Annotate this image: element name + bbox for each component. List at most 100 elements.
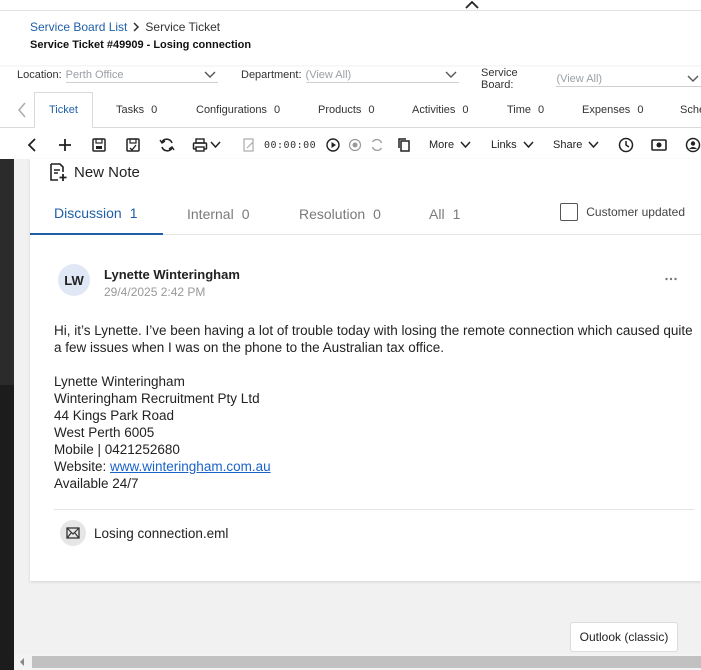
tab-configurations[interactable]: Configurations 0	[196, 92, 280, 128]
tab-count: 0	[151, 104, 158, 116]
tab-count: 1	[452, 205, 461, 222]
tabs-scroll-left-icon[interactable]	[17, 102, 27, 118]
ticket-tabs: Ticket Tasks 0 Configurations 0 Products 0 …	[0, 92, 701, 129]
signature-line: Lynette Winteringham	[54, 374, 185, 389]
tab-count: 1	[129, 204, 138, 221]
website-label: Website:	[54, 459, 111, 474]
back-button[interactable]	[24, 136, 40, 154]
printer-icon	[192, 138, 208, 152]
timer-reset-button[interactable]	[369, 136, 385, 154]
chevron-down-icon	[445, 71, 457, 78]
chevron-left-icon	[27, 138, 36, 152]
service-board-select[interactable]: (View All)	[556, 71, 701, 87]
collapse-up-icon[interactable]	[464, 0, 480, 10]
chevron-down-icon	[588, 141, 599, 149]
note-message: Hi, it’s Lynette. I’ve been having a lot…	[54, 323, 693, 355]
department-select[interactable]: (View All)	[305, 67, 459, 83]
history-button[interactable]	[618, 136, 634, 154]
refresh-icon	[159, 138, 175, 152]
signature-line: West Perth 6005	[54, 425, 155, 440]
attachment-item[interactable]: Losing connection.eml	[60, 520, 228, 546]
scrollbar-thumb[interactable]	[32, 656, 701, 668]
add-button[interactable]	[57, 136, 73, 154]
save-button[interactable]	[91, 136, 107, 154]
tab-label: Internal	[187, 205, 234, 222]
save-icon	[92, 138, 106, 152]
tab-count: 0	[637, 104, 644, 116]
tab-count: 0	[538, 104, 545, 116]
chevron-down-icon	[204, 71, 216, 78]
attachment-divider	[54, 509, 694, 510]
more-options-icon[interactable]	[664, 272, 678, 286]
page-title: Service Ticket #49909 - Losing connectio…	[30, 39, 252, 51]
record-icon	[348, 138, 362, 152]
save-close-icon	[126, 138, 140, 152]
finance-button[interactable]	[651, 136, 667, 154]
tab-label: Resolution	[299, 205, 366, 222]
breadcrumb: Service Board List Service Ticket	[30, 20, 220, 34]
new-note-icon	[50, 163, 67, 181]
tab-products[interactable]: Products 0	[318, 92, 375, 128]
edit-document-icon	[243, 138, 254, 152]
timer-start-button[interactable]	[325, 136, 341, 154]
customer-updated-label: Customer updated	[586, 205, 685, 219]
left-sidebar-edge	[0, 159, 14, 670]
tab-time[interactable]: Time 0	[507, 92, 544, 128]
tab-count: 0	[273, 104, 281, 116]
tab-label: Time	[507, 104, 532, 116]
print-button[interactable]	[192, 136, 221, 154]
reset-icon	[371, 138, 383, 152]
tab-discussion[interactable]: Discussion 1	[30, 192, 163, 235]
customer-updated-toggle: Customer updated	[560, 203, 685, 221]
timer-record-button[interactable]	[347, 136, 363, 154]
location-label: Location:	[17, 69, 62, 81]
chevron-down-icon	[687, 75, 699, 82]
signature-line: 44 Kings Park Road	[54, 408, 175, 423]
new-note-button[interactable]: New Note	[48, 162, 140, 182]
tab-tasks[interactable]: Tasks 0	[116, 92, 157, 128]
location-select[interactable]: Perth Office	[65, 67, 218, 83]
tab-label: Sche	[680, 104, 701, 116]
tab-resolution[interactable]: Resolution 0	[299, 192, 381, 235]
customer-updated-checkbox[interactable]	[560, 203, 579, 221]
save-and-close-button[interactable]	[125, 136, 141, 154]
chevron-right-icon	[133, 22, 140, 32]
department-label: Department:	[241, 69, 302, 81]
availability-line: Available 24/7	[54, 476, 139, 491]
copy-button[interactable]	[396, 136, 412, 154]
tab-label: Activities	[412, 104, 456, 116]
tab-internal[interactable]: Internal 0	[187, 192, 250, 235]
service-board-value: (View All)	[556, 72, 603, 85]
outlook-classic-button[interactable]: Outlook (classic)	[570, 622, 678, 652]
website-line: Website: www.winteringham.com.au	[54, 458, 694, 475]
refresh-button[interactable]	[159, 136, 175, 154]
scroll-left-icon[interactable]	[18, 657, 26, 667]
breadcrumb-current: Service Ticket	[145, 20, 221, 34]
tab-ticket[interactable]: Ticket	[34, 92, 93, 129]
breadcrumb-service-board-list[interactable]: Service Board List	[30, 20, 127, 34]
tab-activities[interactable]: Activities 0	[412, 92, 469, 128]
links-menu[interactable]: Links	[491, 136, 534, 154]
contact-button[interactable]	[685, 136, 701, 154]
tab-expenses[interactable]: Expenses 0	[582, 92, 643, 128]
timer-display: 00:00:00	[264, 139, 317, 151]
tab-schedule[interactable]: Sche	[680, 92, 701, 128]
service-board-filter: Service Board: (View All)	[481, 67, 701, 91]
clock-icon	[618, 137, 634, 153]
tab-label: Expenses	[582, 104, 631, 116]
more-label: More	[429, 139, 455, 151]
tab-label: Products	[318, 104, 362, 116]
more-menu[interactable]: More	[429, 136, 471, 154]
tab-all[interactable]: All 1	[429, 192, 460, 235]
attachment-name: Losing connection.eml	[94, 525, 229, 541]
tab-count: 0	[241, 205, 250, 222]
tab-label: Tasks	[116, 104, 145, 116]
notes-panel: New Note Discussion 1 Internal 0 Resolutio…	[30, 159, 701, 581]
tab-count: 0	[368, 104, 375, 116]
edit-time-button[interactable]	[241, 136, 257, 154]
email-file-icon	[60, 520, 86, 546]
horizontal-scrollbar[interactable]	[14, 654, 701, 670]
website-link[interactable]: www.winteringham.com.au	[110, 459, 271, 474]
location-value: Perth Office	[65, 68, 124, 81]
share-menu[interactable]: Share	[553, 136, 599, 154]
